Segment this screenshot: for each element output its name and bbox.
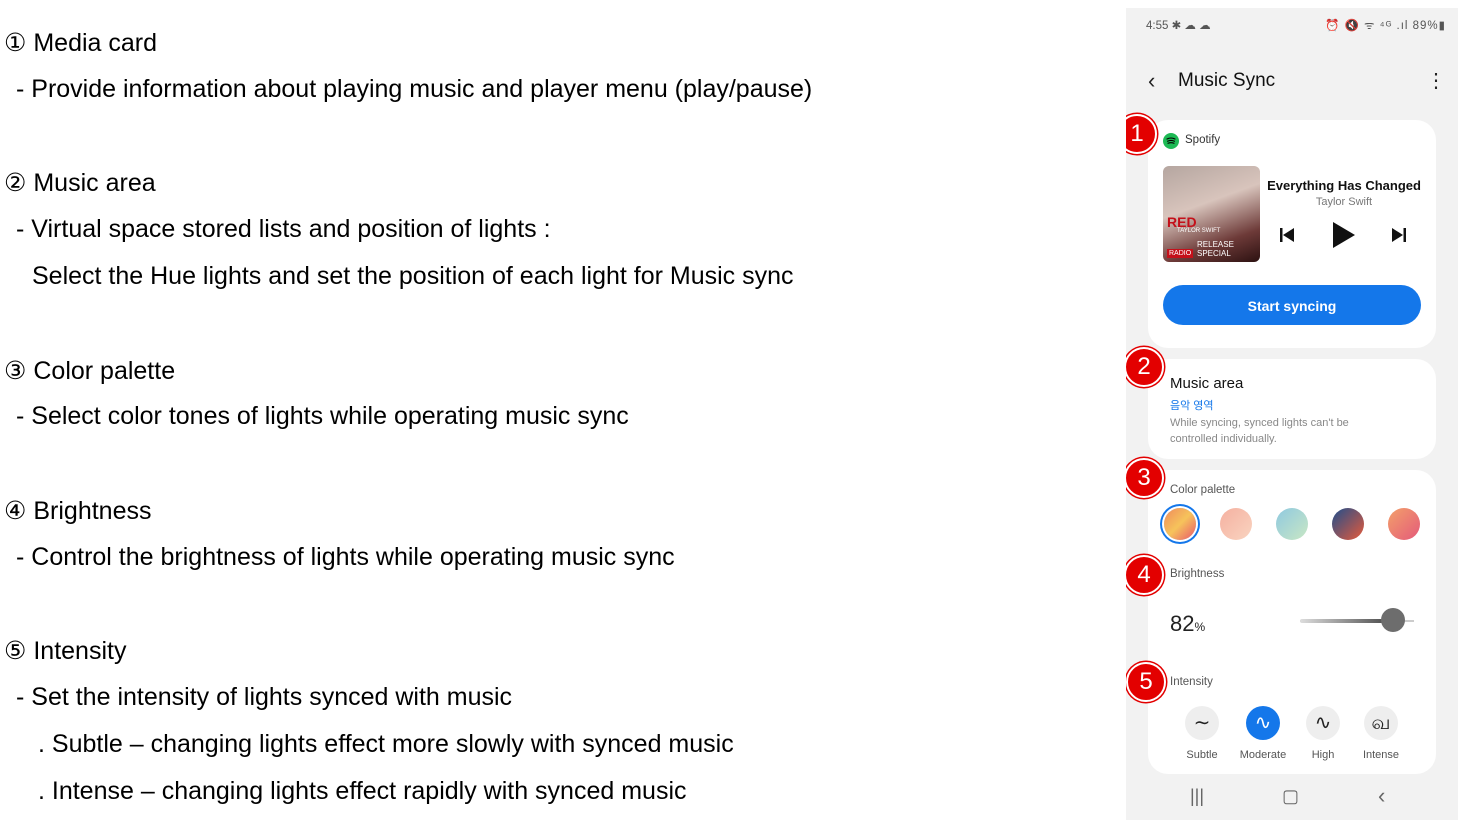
home-icon[interactable]: ▢: [1282, 786, 1299, 807]
annotation-intensity-desc: - Set the intensity of lights synced wit…: [16, 683, 513, 711]
brightness-slider-fill: [1300, 619, 1394, 623]
annotation-panel: ① Media card - Provide information about…: [0, 0, 1100, 827]
color-palette-label: Color palette: [1170, 484, 1236, 496]
annotation-music-area-heading: ② Music area: [4, 169, 156, 197]
brightness-label: Brightness: [1170, 568, 1225, 580]
annotation-music-area-desc: - Virtual space stored lists and positio…: [16, 215, 551, 243]
sync-settings-card: Color palette Brightness 82% Intensity ∼…: [1148, 470, 1436, 774]
music-area-title: Music area: [1170, 375, 1244, 392]
music-area-description: While syncing, synced lights can't be co…: [1170, 417, 1349, 445]
annotation-music-area-desc-2: Select the Hue lights and set the positi…: [32, 262, 794, 290]
annotation-intensity-heading: ⑤ Intensity: [4, 637, 127, 665]
palette-swatch[interactable]: [1388, 508, 1420, 540]
intensity-high-icon[interactable]: ∿: [1306, 706, 1340, 740]
palette-swatch[interactable]: [1164, 508, 1196, 540]
intensity-label: Intensity: [1170, 676, 1213, 688]
annotation-media-card-heading: ① Media card: [4, 29, 158, 57]
brightness-unit: %: [1194, 620, 1206, 634]
album-art-artist-text: TAYLOR SWIFT: [1177, 228, 1221, 234]
intensity-intense-label: Intense: [1362, 749, 1400, 761]
song-title: Everything Has Changed: [1267, 178, 1421, 193]
phone-screen: 4:55 ✱ ☁ ☁ ⏰ 🔇 ᯤ ⁴ᴳ .ıl 89%▮ ‹ Music Syn…: [1126, 8, 1458, 820]
brightness-slider-thumb[interactable]: [1381, 608, 1406, 632]
media-card: Spotify RED TAYLOR SWIFT RADIO RELEASE S…: [1148, 120, 1436, 348]
system-nav-bar: ||| ▢ ‹: [1126, 778, 1458, 820]
intensity-subtle-label: Subtle: [1186, 749, 1218, 761]
annotation-intensity-subtle: . Subtle – changing lights effect more s…: [38, 730, 734, 758]
annotation-brightness-desc: - Control the brightness of lights while…: [16, 543, 675, 571]
music-area-card[interactable]: Music area 음악 영역 While syncing, synced l…: [1148, 359, 1436, 459]
start-syncing-button[interactable]: Start syncing: [1163, 285, 1421, 325]
annotation-marker-5: 5: [1126, 662, 1166, 702]
palette-swatch[interactable]: [1276, 508, 1308, 540]
annotation-brightness-heading: ④ Brightness: [4, 497, 152, 525]
recent-apps-icon[interactable]: |||: [1190, 786, 1204, 807]
brightness-number: 82: [1170, 611, 1195, 636]
song-artist: Taylor Swift: [1315, 196, 1373, 208]
annotation-color-palette-desc: - Select color tones of lights while ope…: [16, 402, 629, 430]
more-options-icon[interactable]: ⋮: [1426, 70, 1446, 92]
next-track-icon[interactable]: [1391, 226, 1407, 244]
palette-swatch[interactable]: [1220, 508, 1252, 540]
app-bar: ‹ Music Sync ⋮: [1126, 64, 1458, 100]
intensity-subtle-icon[interactable]: ∼: [1185, 706, 1219, 740]
spotify-icon: [1163, 133, 1179, 149]
status-time: 4:55 ✱ ☁ ☁: [1146, 20, 1211, 32]
music-area-korean-label: 음악 영역: [1170, 400, 1214, 412]
status-icons: ⏰ 🔇 ᯤ ⁴ᴳ .ıl 89%▮: [1324, 20, 1446, 32]
play-icon[interactable]: [1329, 220, 1357, 250]
album-art-radio-text: RADIO: [1167, 249, 1194, 258]
album-art-release-text: RELEASE SPECIAL: [1197, 240, 1234, 258]
previous-track-icon[interactable]: [1279, 226, 1295, 244]
annotation-color-palette-heading: ③ Color palette: [4, 357, 176, 385]
palette-swatch[interactable]: [1332, 508, 1364, 540]
brightness-value: 82%: [1170, 611, 1205, 637]
annotation-media-card-desc: - Provide information about playing musi…: [16, 75, 813, 103]
status-bar: 4:55 ✱ ☁ ☁ ⏰ 🔇 ᯤ ⁴ᴳ .ıl 89%▮: [1146, 18, 1446, 34]
back-nav-icon[interactable]: ‹: [1378, 783, 1385, 809]
album-art: RED TAYLOR SWIFT RADIO RELEASE SPECIAL: [1163, 166, 1260, 262]
intensity-moderate-icon[interactable]: ∿: [1246, 706, 1280, 740]
annotation-intensity-intense: . Intense – changing lights effect rapid…: [38, 777, 687, 805]
intensity-intense-icon[interactable]: வ: [1364, 706, 1398, 740]
page-title: Music Sync: [1178, 70, 1276, 91]
brightness-slider[interactable]: [1300, 608, 1414, 632]
media-source-label: Spotify: [1185, 134, 1221, 146]
back-arrow-icon[interactable]: ‹: [1148, 70, 1166, 92]
